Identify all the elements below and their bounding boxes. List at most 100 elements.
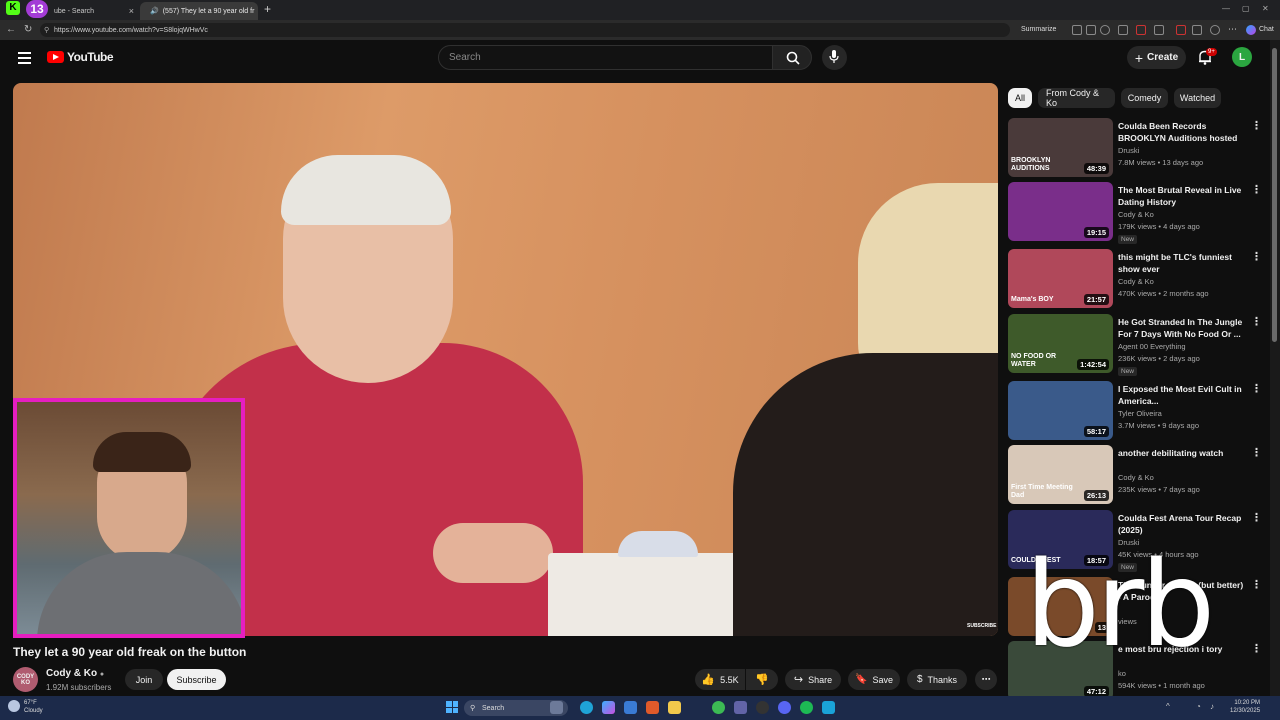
youtube-logo[interactable]: YouTube bbox=[47, 50, 114, 64]
rec-title[interactable]: e most bru rejection i tory bbox=[1118, 643, 1248, 655]
rec-thumbnail[interactable]: 58:17 bbox=[1008, 381, 1113, 440]
rec-more-icon[interactable]: ⋮ bbox=[1251, 642, 1262, 655]
back-icon[interactable]: ← bbox=[6, 24, 16, 35]
rec-more-icon[interactable]: ⋮ bbox=[1251, 315, 1262, 328]
rec-channel[interactable]: Druski bbox=[1118, 538, 1139, 547]
close-icon[interactable]: × bbox=[129, 6, 134, 16]
rec-thumbnail[interactable]: 47:12 bbox=[1008, 641, 1113, 700]
maximize-icon[interactable]: ▢ bbox=[1242, 4, 1250, 13]
like-button[interactable]: 👍 5.5K bbox=[695, 669, 745, 690]
rec-thumbnail[interactable]: 13 bbox=[1008, 577, 1113, 636]
thanks-button[interactable]: $ Thanks bbox=[907, 669, 967, 690]
rec-more-icon[interactable]: ⋮ bbox=[1251, 446, 1262, 459]
share-button[interactable]: ↪ Share bbox=[785, 669, 841, 690]
extension-icon[interactable] bbox=[1072, 25, 1082, 35]
rec-channel[interactable]: ko bbox=[1118, 669, 1126, 678]
summarize-button[interactable]: Summarize bbox=[1021, 26, 1056, 33]
extension-icon[interactable] bbox=[1154, 25, 1164, 35]
chip-comedy[interactable]: Comedy bbox=[1121, 88, 1168, 108]
taskbar-clock[interactable]: 10:20 PM 12/30/2025 bbox=[1230, 699, 1260, 715]
discord-icon[interactable] bbox=[778, 701, 791, 714]
rec-title[interactable]: The Most Brutal Reveal in Live Dating Hi… bbox=[1118, 184, 1248, 208]
weather-icon[interactable] bbox=[8, 700, 20, 712]
app-icon[interactable] bbox=[646, 701, 659, 714]
taskview-icon[interactable] bbox=[550, 701, 563, 714]
account-avatar[interactable]: L bbox=[1232, 47, 1252, 67]
rec-channel[interactable]: Cody & Ko bbox=[1118, 277, 1154, 286]
wifi-icon[interactable]: ◔ bbox=[1196, 702, 1201, 711]
rec-thumbnail[interactable]: First Time Meeting Dad 26:13 bbox=[1008, 445, 1113, 504]
rec-thumbnail[interactable]: 19:15 bbox=[1008, 182, 1113, 241]
rec-title[interactable]: this might be TLC's funniest show ever bbox=[1118, 251, 1248, 275]
extension-icon[interactable] bbox=[1176, 25, 1186, 35]
channel-name[interactable]: Cody & Ko ● bbox=[46, 668, 104, 679]
windows-start-icon[interactable] bbox=[446, 701, 458, 713]
rec-thumbnail[interactable]: BROOKLYN AUDITIONS 48:39 bbox=[1008, 118, 1113, 177]
rec-thumbnail[interactable]: COULDA FEST 18:57 bbox=[1008, 510, 1113, 569]
extension-icon[interactable] bbox=[1118, 25, 1128, 35]
chip-watched[interactable]: Watched bbox=[1174, 88, 1221, 108]
url-bar[interactable]: ⚲ https://www.youtube.com/watch?v=S8lojq… bbox=[40, 23, 1010, 37]
dislike-button[interactable]: 👎 bbox=[746, 669, 778, 690]
tray-chevron-icon[interactable]: ^ bbox=[1166, 702, 1170, 711]
voice-search-button[interactable] bbox=[822, 45, 847, 70]
copilot-icon[interactable] bbox=[1246, 25, 1256, 35]
search-input[interactable]: Search bbox=[438, 45, 773, 70]
copilot-icon[interactable] bbox=[602, 701, 615, 714]
tab-search[interactable]: ube - Search × bbox=[48, 2, 140, 20]
more-actions-button[interactable]: ⋯ bbox=[975, 669, 997, 690]
chat-label[interactable]: Chat bbox=[1259, 26, 1274, 33]
rec-more-icon[interactable]: ⋮ bbox=[1251, 183, 1262, 196]
more-icon[interactable]: ⋯ bbox=[1228, 24, 1237, 35]
store-icon[interactable] bbox=[624, 701, 637, 714]
speaker-icon[interactable]: 🔊 bbox=[150, 7, 159, 15]
close-window-icon[interactable]: ✕ bbox=[1262, 4, 1269, 13]
new-tab-button[interactable]: + bbox=[264, 2, 271, 16]
chrome-icon[interactable] bbox=[712, 701, 725, 714]
rec-channel[interactable]: Tyler Oliveira bbox=[1118, 409, 1162, 418]
collections-icon[interactable] bbox=[1192, 25, 1202, 35]
rec-more-icon[interactable]: ⋮ bbox=[1251, 119, 1262, 132]
chip-from-cody-ko[interactable]: From Cody & Ko bbox=[1038, 88, 1115, 108]
kick-icon[interactable]: K bbox=[6, 1, 20, 15]
rec-title[interactable]: I Exposed the Most Evil Cult in America.… bbox=[1118, 383, 1248, 407]
app-icon[interactable] bbox=[822, 701, 835, 714]
rec-thumbnail[interactable]: NO FOOD OR WATER 1:42:54 bbox=[1008, 314, 1113, 373]
profile-icon[interactable] bbox=[1210, 25, 1220, 35]
minimize-icon[interactable]: — bbox=[1222, 4, 1230, 13]
rec-channel[interactable]: Cody & Ko bbox=[1118, 210, 1154, 219]
save-button[interactable]: 🔖 Save bbox=[848, 669, 900, 690]
create-button[interactable]: + Create bbox=[1127, 46, 1186, 69]
join-button[interactable]: Join bbox=[125, 669, 163, 690]
search-button[interactable] bbox=[772, 45, 812, 70]
file-explorer-icon[interactable] bbox=[668, 701, 681, 714]
rec-more-icon[interactable]: ⋮ bbox=[1251, 511, 1262, 524]
rec-channel[interactable]: Druski bbox=[1118, 146, 1139, 155]
rec-more-icon[interactable]: ⋮ bbox=[1251, 382, 1262, 395]
volume-icon[interactable]: ♪ bbox=[1210, 702, 1214, 711]
rec-title[interactable]: He Got Stranded In The Jungle For 7 Days… bbox=[1118, 316, 1248, 340]
weather-widget[interactable]: 67°F Cloudy bbox=[24, 699, 43, 715]
rec-title[interactable]: another debilitating watch bbox=[1118, 447, 1248, 459]
rec-thumbnail[interactable]: Mama's BOY 21:57 bbox=[1008, 249, 1113, 308]
extension-icon[interactable] bbox=[1136, 25, 1146, 35]
chip-all[interactable]: All bbox=[1008, 88, 1032, 108]
refresh-icon[interactable]: ↻ bbox=[24, 24, 32, 35]
obs-icon[interactable] bbox=[756, 701, 769, 714]
rec-channel[interactable]: Agent 00 Everything bbox=[1118, 342, 1186, 351]
favorites-star-icon[interactable] bbox=[1100, 25, 1110, 35]
rec-title[interactable]: The Hunger Games (but better) - A Parody bbox=[1118, 579, 1248, 603]
channel-avatar[interactable]: CODY KO bbox=[13, 667, 38, 692]
rec-title[interactable]: Coulda Fest Arena Tour Recap (2025) bbox=[1118, 512, 1248, 536]
teams-icon[interactable] bbox=[734, 701, 747, 714]
rec-channel[interactable]: Cody & Ko bbox=[1118, 473, 1154, 482]
edge-icon[interactable] bbox=[580, 701, 593, 714]
tab-youtube-video[interactable]: 🔊 (557) They let a 90 year old fr × bbox=[140, 2, 258, 20]
menu-icon[interactable] bbox=[18, 49, 31, 67]
rec-title[interactable]: Coulda Been Records BROOKLYN Auditions h… bbox=[1118, 120, 1248, 144]
spotify-icon[interactable] bbox=[800, 701, 813, 714]
page-scrollbar-thumb[interactable] bbox=[1272, 48, 1277, 342]
video-watermark[interactable]: SUBSCRIBE bbox=[967, 623, 996, 629]
read-aloud-icon[interactable] bbox=[1086, 25, 1096, 35]
rec-more-icon[interactable]: ⋮ bbox=[1251, 578, 1262, 591]
